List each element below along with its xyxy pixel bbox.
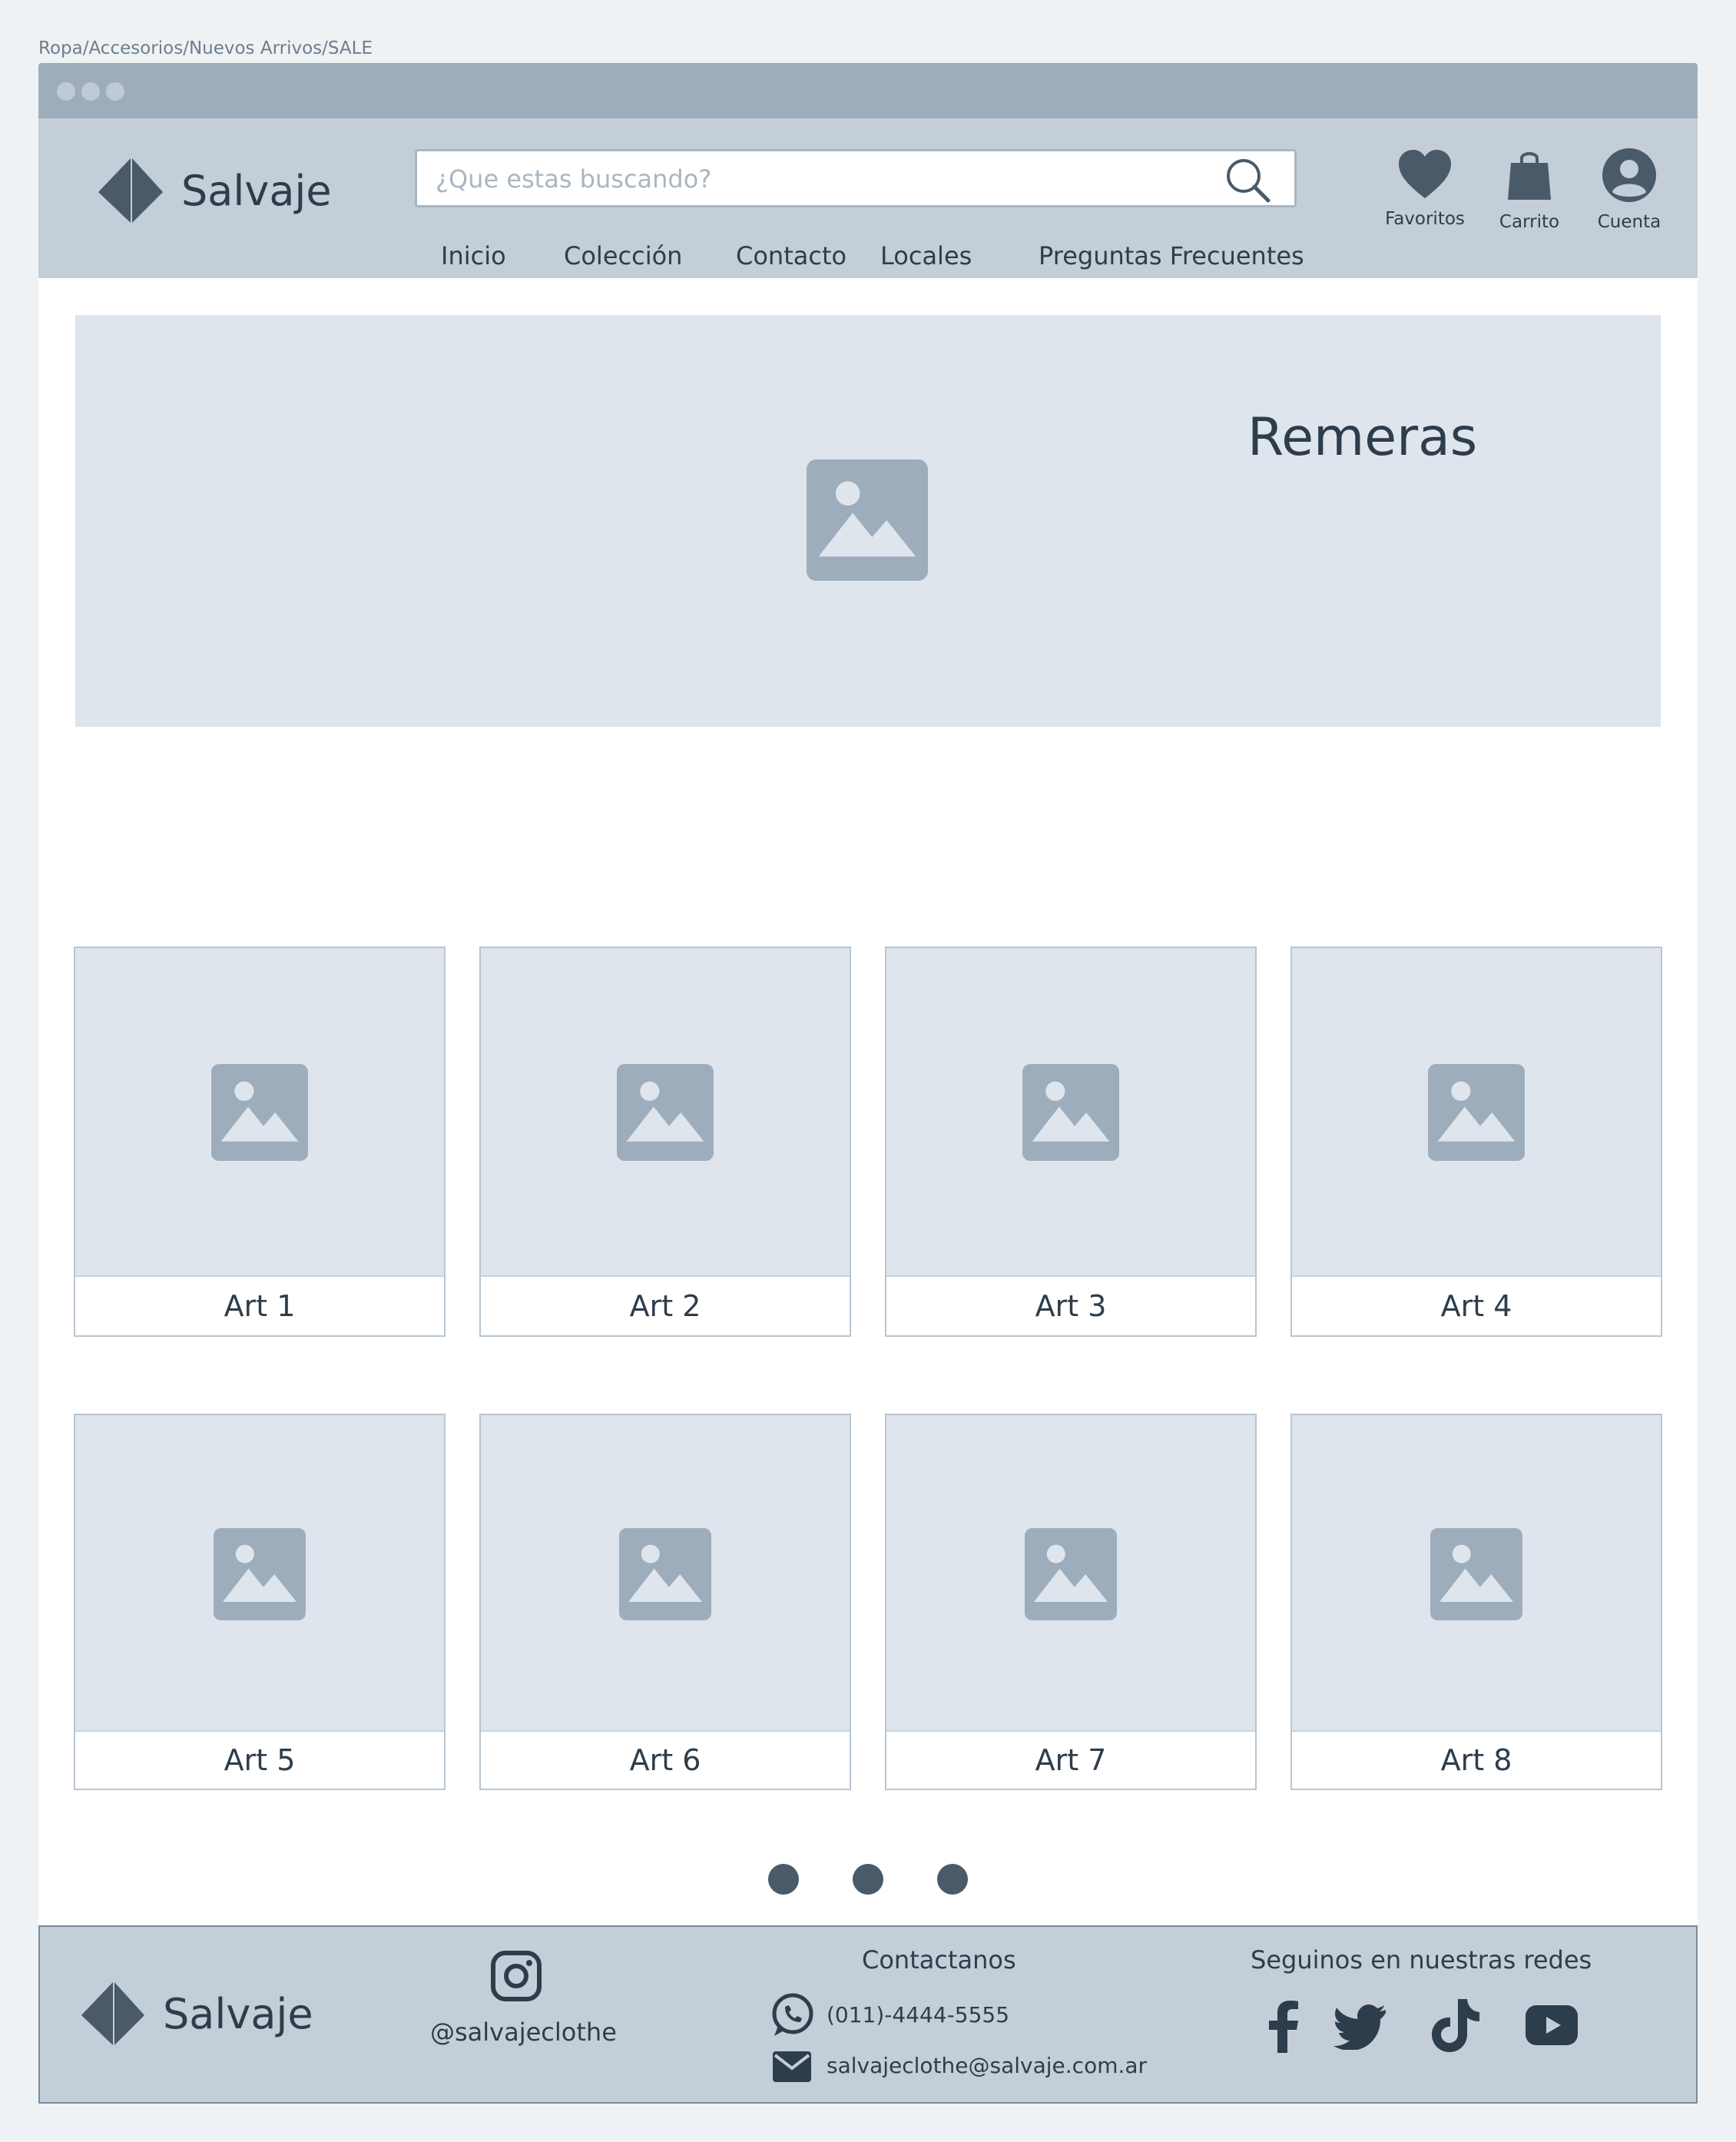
site-logo[interactable]: Salvaje (97, 157, 332, 224)
tiktok-icon[interactable] (1432, 1999, 1479, 2053)
nav-preguntas-frecuentes[interactable]: Preguntas Frecuentes (1039, 241, 1304, 270)
search-bar (415, 149, 1297, 207)
product-label: Art 1 (75, 1275, 444, 1335)
product-card[interactable]: Art 8 (1290, 1414, 1662, 1790)
search-input[interactable] (434, 151, 1205, 207)
product-image (1292, 1415, 1661, 1733)
favoritos-label: Favoritos (1385, 209, 1465, 229)
hero-banner[interactable]: Remeras (75, 315, 1661, 727)
search-icon[interactable] (1224, 156, 1273, 205)
nav-coleccion[interactable]: Colección (564, 241, 682, 270)
carrito-button[interactable]: Carrito (1487, 149, 1572, 232)
image-placeholder-icon (214, 1528, 306, 1620)
image-placeholder-icon (1428, 1064, 1525, 1161)
footer-brand-name: Salvaje (163, 1989, 313, 2038)
contact-title: Contactanos (862, 1945, 1016, 1975)
cuenta-label: Cuenta (1597, 212, 1661, 232)
window-maximize-dot[interactable] (106, 82, 124, 101)
brand-name: Salvaje (181, 166, 332, 215)
image-placeholder-icon (619, 1528, 711, 1620)
carrito-label: Carrito (1499, 212, 1560, 232)
product-label: Art 4 (1292, 1275, 1661, 1335)
pagination-dot-1[interactable] (768, 1864, 799, 1895)
pagination-dot-3[interactable] (937, 1864, 968, 1895)
image-placeholder-icon (1430, 1528, 1522, 1620)
favoritos-button[interactable]: Favoritos (1375, 149, 1475, 229)
product-label: Art 8 (1292, 1730, 1661, 1789)
footer-logo[interactable]: Salvaje (80, 1981, 313, 2047)
image-placeholder-icon (1022, 1064, 1119, 1161)
user-icon (1602, 148, 1656, 202)
product-label: Art 3 (886, 1275, 1255, 1335)
pagination-dot-2[interactable] (853, 1864, 883, 1895)
instagram-handle[interactable]: @salvajeclothe (430, 2018, 617, 2047)
product-image (1292, 948, 1661, 1277)
product-card[interactable]: Art 3 (885, 947, 1257, 1337)
window-close-dot[interactable] (57, 82, 75, 101)
social-title: Seguinos en nuestras redes (1251, 1945, 1592, 1975)
youtube-icon[interactable] (1526, 2005, 1578, 2045)
email-icon (773, 2051, 811, 2082)
image-placeholder-icon (617, 1064, 714, 1161)
product-image (75, 948, 444, 1277)
product-image (481, 1415, 850, 1733)
product-card[interactable]: Art 2 (479, 947, 851, 1337)
heart-icon (1399, 150, 1451, 198)
twitter-icon[interactable] (1333, 2004, 1387, 2050)
image-placeholder-icon (211, 1064, 308, 1161)
site-footer: Salvaje @salvajeclothe Contactanos (011)… (38, 1925, 1698, 2104)
nav-locales[interactable]: Locales (880, 241, 972, 270)
shopping-bag-icon (1508, 152, 1551, 200)
breadcrumb[interactable]: Ropa/Accesorios/Nuevos Arrivos/SALE (38, 38, 373, 58)
product-card[interactable]: Art 6 (479, 1414, 851, 1790)
contact-phone[interactable]: (011)-4444-5555 (827, 2002, 1009, 2028)
product-label: Art 7 (886, 1730, 1255, 1789)
product-image (481, 948, 850, 1277)
logo-icon (81, 1981, 145, 2046)
window-titlebar (38, 63, 1698, 118)
instagram-icon[interactable] (490, 1950, 542, 2002)
site-header: Salvaje Inicio Colección Contacto Locale… (38, 118, 1698, 278)
product-image (886, 948, 1255, 1277)
product-card[interactable]: Art 1 (74, 947, 446, 1337)
contact-email[interactable]: salvajeclothe@salvaje.com.ar (827, 2053, 1147, 2078)
product-label: Art 2 (481, 1275, 850, 1335)
cuenta-button[interactable]: Cuenta (1587, 148, 1671, 232)
nav-contacto[interactable]: Contacto (736, 241, 846, 270)
product-label: Art 6 (481, 1730, 850, 1789)
product-image (886, 1415, 1255, 1733)
product-image (75, 1415, 444, 1733)
product-card[interactable]: Art 5 (74, 1414, 446, 1790)
banner-title: Remeras (1247, 407, 1478, 468)
image-placeholder-icon (807, 459, 928, 581)
product-card[interactable]: Art 4 (1290, 947, 1662, 1337)
facebook-icon[interactable] (1264, 2001, 1303, 2053)
image-placeholder-icon (1025, 1528, 1117, 1620)
logo-icon (98, 158, 163, 223)
product-card[interactable]: Art 7 (885, 1414, 1257, 1790)
nav-inicio[interactable]: Inicio (441, 241, 506, 270)
window-minimize-dot[interactable] (81, 82, 100, 101)
whatsapp-icon (772, 1993, 813, 2036)
product-label: Art 5 (75, 1730, 444, 1789)
browser-window: Salvaje Inicio Colección Contacto Locale… (38, 63, 1698, 2104)
